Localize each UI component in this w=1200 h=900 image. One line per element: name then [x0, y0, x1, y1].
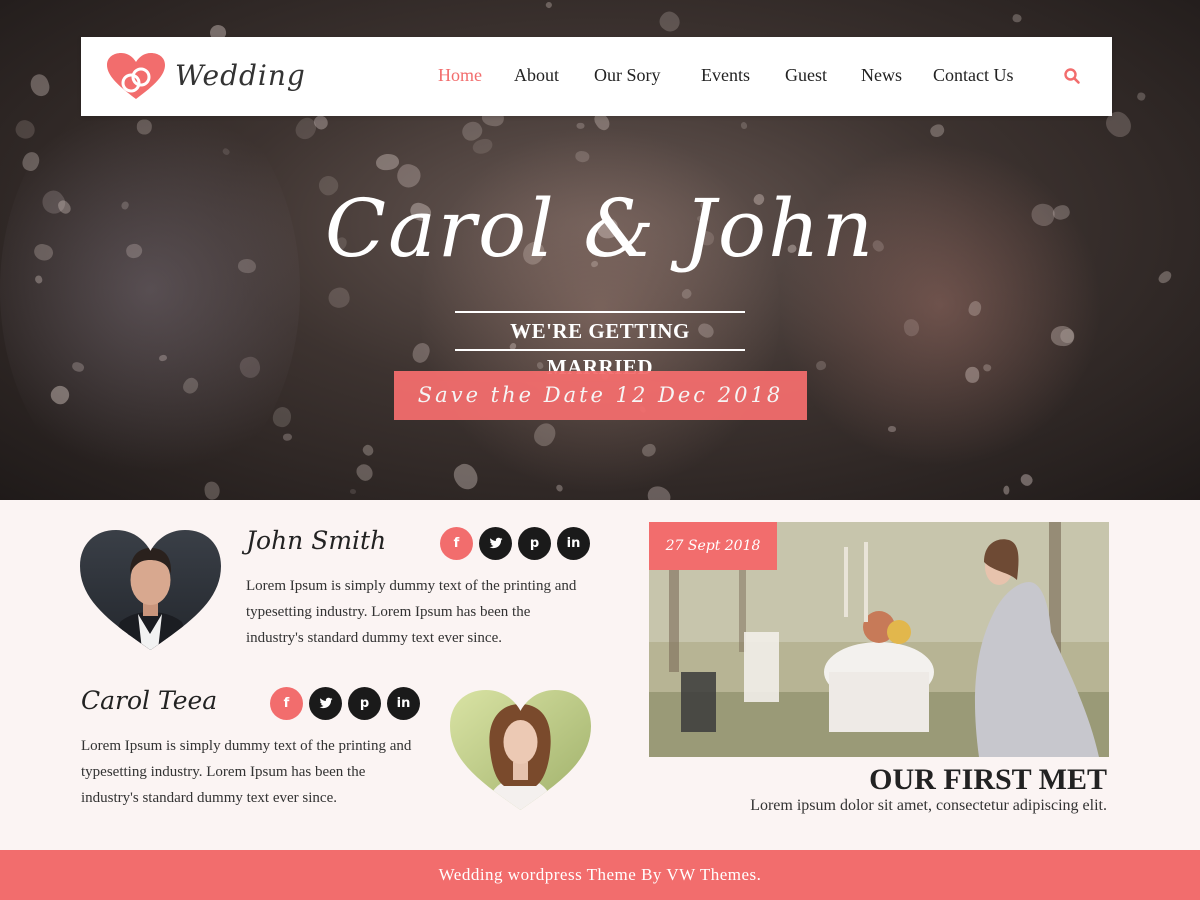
confetti-piece [374, 153, 400, 172]
confetti-piece [1136, 91, 1147, 102]
facebook-icon[interactable]: f [270, 687, 303, 720]
groom-photo [80, 530, 221, 650]
confetti-piece [203, 480, 221, 500]
nav-item-home[interactable]: Home [438, 65, 482, 86]
groom-bio: Lorem Ipsum is simply dummy text of the … [246, 578, 577, 646]
hero-subtitle: WE'RE GETTING MARRIED [455, 311, 745, 379]
site-logo[interactable]: Wedding [107, 51, 305, 101]
hero-image-glow [420, 120, 780, 500]
site-header: Wedding Home About Our Sory Events Guest… [81, 37, 1112, 116]
search-icon[interactable] [1063, 67, 1081, 85]
bride-photo [450, 690, 591, 810]
logo-text: Wedding [175, 59, 306, 92]
confetti-piece [283, 433, 293, 442]
facebook-icon[interactable]: f [440, 527, 473, 560]
save-the-date-banner: Save the Date 12 Dec 2018 [394, 371, 807, 420]
linkedin-icon[interactable]: in [557, 527, 590, 560]
linkedin-icon[interactable]: in [387, 687, 420, 720]
confetti-piece [361, 442, 376, 458]
first-met-date-badge: 27 Sept 2018 [649, 522, 777, 570]
pinterest-icon[interactable]: p [348, 687, 381, 720]
twitter-icon[interactable] [479, 527, 512, 560]
confetti-piece [739, 120, 748, 130]
confetti-piece [655, 7, 684, 36]
nav-item-events[interactable]: Events [701, 65, 750, 86]
confetti-piece [12, 117, 38, 143]
first-met-text: Lorem ipsum dolor sit amet, consectetur … [750, 797, 1107, 814]
confetti-piece [888, 425, 897, 432]
confetti-piece [27, 71, 53, 99]
site-footer: Wedding wordpress Theme By VW Themes. [0, 850, 1200, 900]
confetti-piece [350, 488, 358, 495]
bride-name: Carol Teea [81, 686, 218, 715]
first-met-title: OUR FIRST MET [869, 763, 1107, 796]
pinterest-icon[interactable]: p [518, 527, 551, 560]
confetti-piece [544, 0, 553, 9]
confetti-piece [1049, 325, 1075, 347]
twitter-icon[interactable] [309, 687, 342, 720]
groom-name: John Smith [246, 526, 387, 555]
confetti-piece [271, 405, 294, 430]
confetti-piece [1018, 472, 1035, 489]
confetti-piece [964, 366, 980, 383]
bride-bio: Lorem Ipsum is simply dummy text of the … [81, 738, 412, 806]
confetti-piece [1002, 486, 1010, 496]
confetti-piece [449, 459, 483, 494]
confetti-piece [352, 461, 376, 485]
nav-item-news[interactable]: News [861, 65, 902, 86]
confetti-piece [576, 122, 585, 129]
hero-image-glow [0, 80, 300, 500]
nav-item-guest[interactable]: Guest [785, 65, 827, 86]
confetti-piece [1011, 13, 1022, 24]
heart-rings-logo-icon [107, 53, 165, 99]
nav-item-contact-us[interactable]: Contact Us [933, 65, 1014, 86]
confetti-piece [326, 284, 352, 311]
nav-item-about[interactable]: About [514, 65, 559, 86]
confetti-piece [927, 122, 946, 140]
nav-item-our-story[interactable]: Our Sory [594, 65, 661, 86]
hero-title: Carol & John [324, 182, 876, 275]
